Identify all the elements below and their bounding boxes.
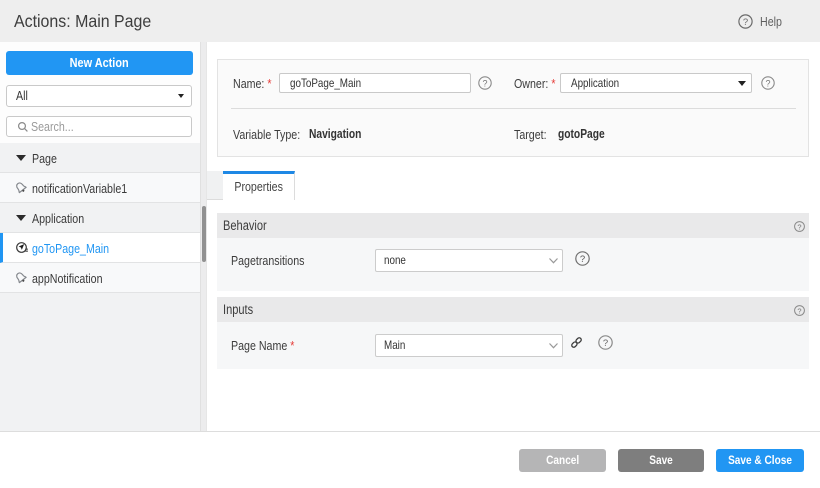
svg-text:?: ?: [482, 78, 487, 88]
svg-text:?: ?: [603, 338, 608, 349]
svg-text:?: ?: [797, 222, 801, 231]
svg-text:?: ?: [580, 254, 585, 265]
svg-text:?: ?: [743, 17, 748, 28]
svg-text:?: ?: [765, 78, 770, 88]
svg-text:?: ?: [797, 306, 801, 315]
